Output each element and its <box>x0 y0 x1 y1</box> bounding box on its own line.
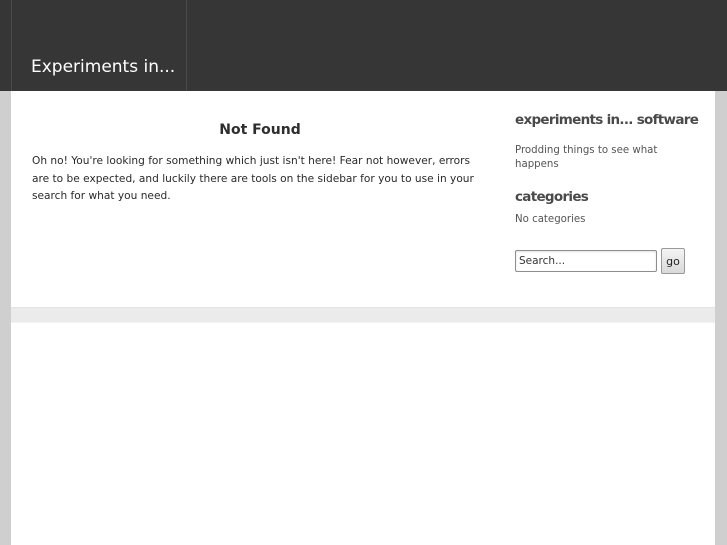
about-widget-title: experiments in... software <box>515 112 699 128</box>
search-input[interactable] <box>515 250 657 272</box>
categories-empty-text: No categories <box>515 214 586 225</box>
footer-band <box>11 308 715 323</box>
about-widget-text: Prodding things to see what happens <box>515 145 658 170</box>
header-divider <box>186 0 187 91</box>
header-divider <box>11 0 12 91</box>
page-container: Not Found Oh no! You're looking for some… <box>11 91 715 545</box>
content-panel: Not Found Oh no! You're looking for some… <box>11 91 715 308</box>
page-title: Not Found <box>219 122 301 138</box>
search-go-button[interactable]: go <box>661 248 685 274</box>
error-message: Oh no! You're looking for something whic… <box>32 155 474 202</box>
site-title-link[interactable]: Experiments in... <box>31 57 175 77</box>
categories-widget-title: categories <box>515 189 589 205</box>
site-header: Experiments in... <box>0 0 727 91</box>
